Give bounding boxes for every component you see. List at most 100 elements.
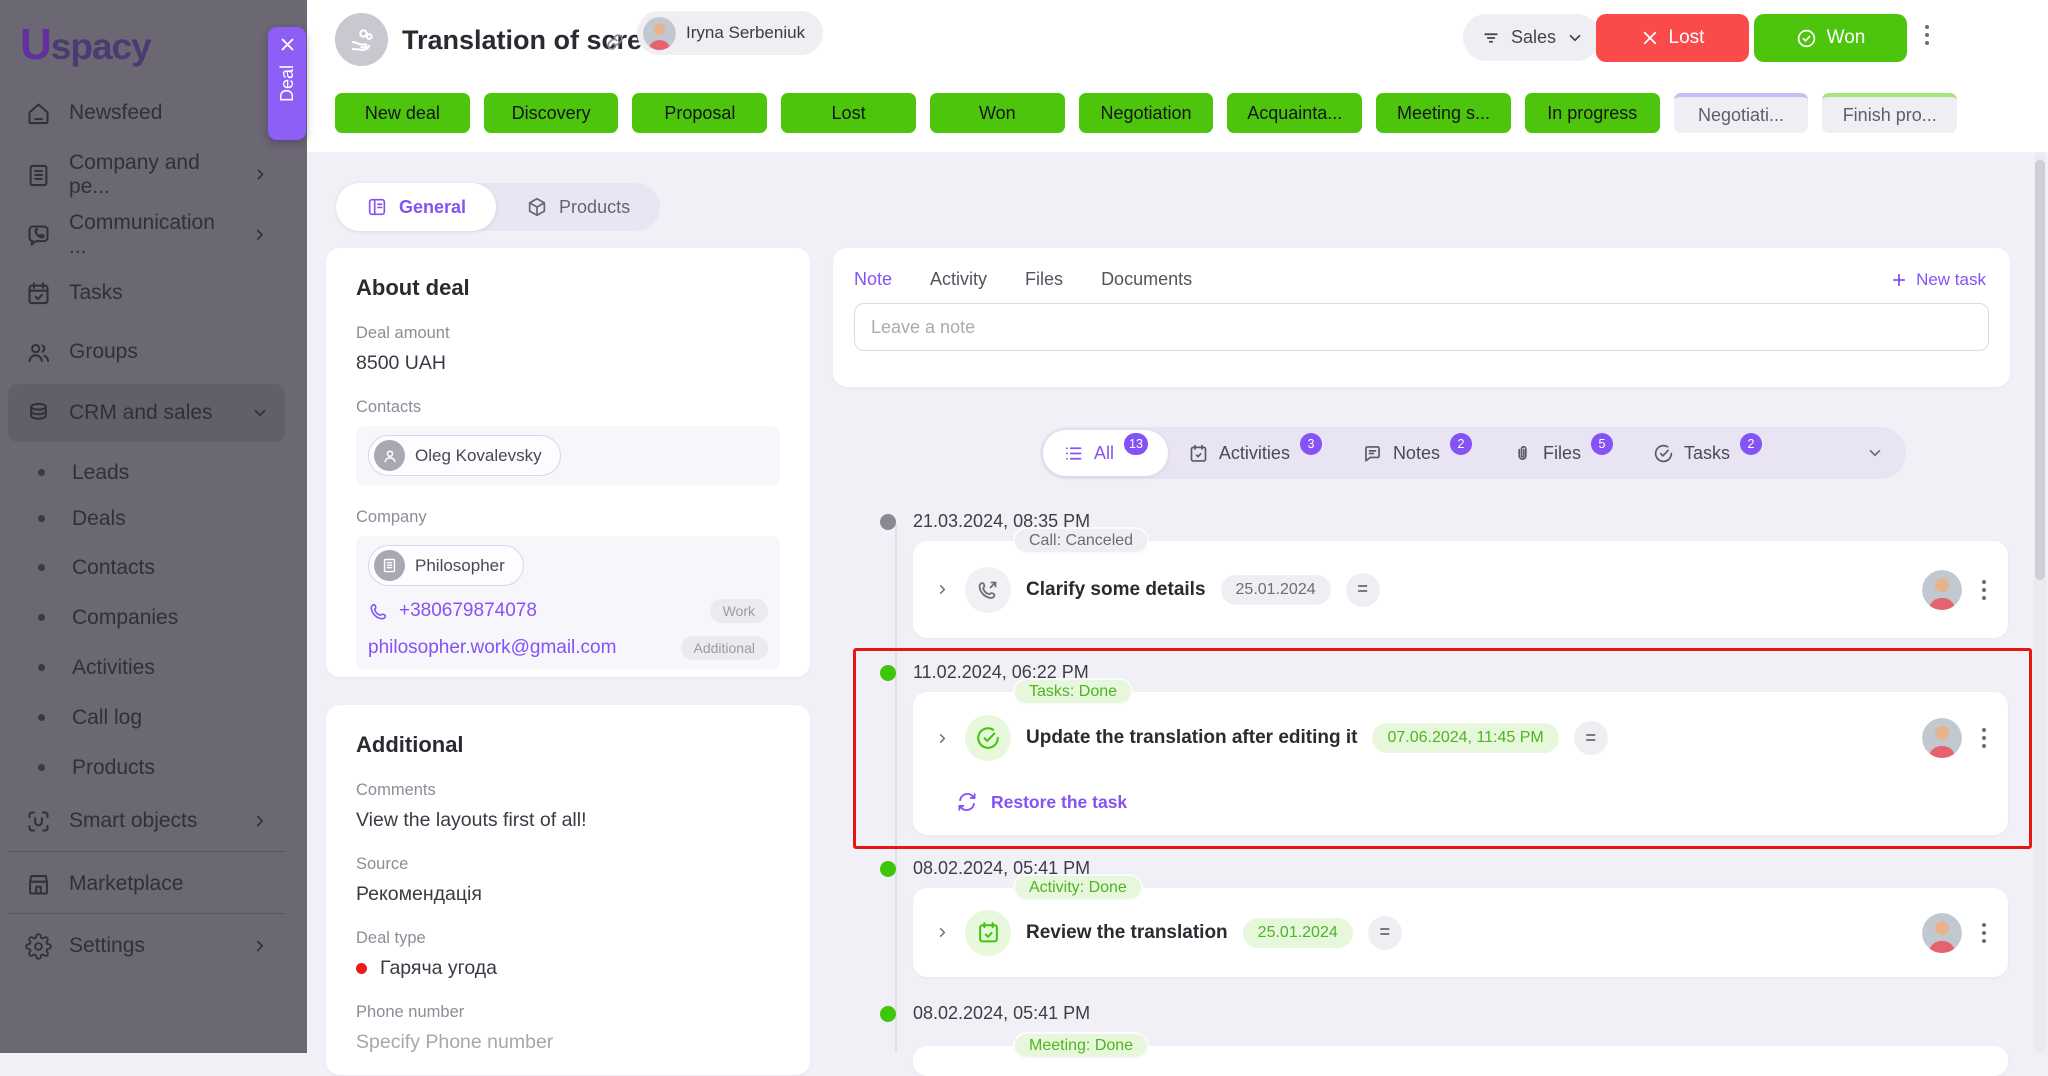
scrollbar-thumb[interactable] <box>2035 160 2045 580</box>
email-value[interactable]: philosopher.work@gmail.com <box>368 637 616 659</box>
deal-avatar-icon <box>335 13 388 66</box>
close-icon[interactable] <box>279 36 296 53</box>
note-input[interactable] <box>854 303 1989 351</box>
entry-kebab-menu[interactable] <box>1982 580 1986 600</box>
tab-products[interactable]: Products <box>496 183 660 231</box>
avatar[interactable] <box>1922 718 1962 758</box>
stage-won[interactable]: Won <box>930 93 1065 133</box>
won-button[interactable]: Won <box>1754 14 1907 62</box>
filter-activities[interactable]: Activities 3 <box>1168 430 1342 476</box>
sidebar-item-groups[interactable]: Groups <box>8 323 285 381</box>
status-badge: Call: Canceled <box>1013 527 1149 554</box>
expand-chevron-icon[interactable] <box>935 582 950 597</box>
filter-tasks[interactable]: Tasks 2 <box>1633 430 1782 476</box>
uspacy-logo[interactable]: Uspacy <box>20 20 151 70</box>
deal-panel-tab[interactable]: Deal <box>268 27 306 140</box>
sidebar-item-marketplace[interactable]: Marketplace <box>8 855 285 913</box>
equals-icon[interactable]: = <box>1368 916 1402 950</box>
bullet-icon <box>38 714 45 721</box>
about-deal-heading: About deal <box>356 275 780 301</box>
header-kebab-menu[interactable] <box>1925 25 1929 45</box>
deal-type-label: Deal type <box>356 929 780 948</box>
phone-number-label: Phone number <box>356 1003 780 1022</box>
link-icon[interactable] <box>604 31 626 53</box>
deal-amount-value[interactable]: 8500 UAH <box>356 352 780 375</box>
sidebar-item-smart-objects[interactable]: Smart objects <box>8 792 285 850</box>
stage-proposal[interactable]: Proposal <box>632 93 767 133</box>
filter-all[interactable]: All 13 <box>1043 430 1168 476</box>
source-value[interactable]: Рекомендація <box>356 883 780 906</box>
plus-icon <box>1890 271 1908 289</box>
activity-done-icon <box>965 910 1011 956</box>
chevron-down-icon[interactable] <box>1866 444 1884 462</box>
stage-finish[interactable]: Finish pro... <box>1822 93 1957 133</box>
funnel-select[interactable]: Sales <box>1463 14 1600 61</box>
cube-icon <box>526 196 548 218</box>
sidebar-item-company-and-people[interactable]: Company and pe... <box>8 146 285 204</box>
sidebar-divider <box>8 851 285 852</box>
expand-chevron-icon[interactable] <box>935 731 950 746</box>
sidebar-item-contacts[interactable]: Contacts <box>8 544 285 591</box>
owner-chip[interactable]: Iryna Serbeniuk <box>637 11 823 55</box>
sidebar-item-leads[interactable]: Leads <box>8 449 285 496</box>
stage-meeting[interactable]: Meeting s... <box>1376 93 1511 133</box>
sidebar-item-deals[interactable]: Deals <box>8 495 285 542</box>
contact-chip[interactable]: Oleg Kovalevsky <box>368 435 561 476</box>
stage-lost[interactable]: Lost <box>781 93 916 133</box>
expand-chevron-icon[interactable] <box>935 925 950 940</box>
phone-number-field[interactable]: Specify Phone number <box>356 1031 780 1054</box>
sidebar-item-call-log[interactable]: Call log <box>8 694 285 741</box>
tab-general[interactable]: General <box>336 183 496 231</box>
tab-documents[interactable]: Documents <box>1101 269 1192 290</box>
sidebar-item-products[interactable]: Products <box>8 744 285 791</box>
sidebar-item-settings[interactable]: Settings <box>8 917 285 975</box>
comments-value[interactable]: View the layouts first of all! <box>356 809 780 832</box>
sidebar-item-companies[interactable]: Companies <box>8 594 285 641</box>
sidebar-item-activities[interactable]: Activities <box>8 644 285 691</box>
avatar[interactable] <box>1922 913 1962 953</box>
check-circle-icon <box>1796 28 1817 49</box>
task-done-icon <box>965 715 1011 761</box>
chevron-down-icon <box>251 404 269 422</box>
tab-activity[interactable]: Activity <box>930 269 987 290</box>
company-chip[interactable]: Philosopher <box>368 545 524 586</box>
paperclip-icon <box>1512 443 1533 464</box>
additional-heading: Additional <box>356 732 780 758</box>
entry-title[interactable]: Review the translation <box>1026 922 1228 944</box>
stage-new-deal[interactable]: New deal <box>335 93 470 133</box>
company-label: Company <box>356 508 780 527</box>
phone-icon <box>368 601 389 622</box>
filter-files[interactable]: Files 5 <box>1492 430 1633 476</box>
tab-files[interactable]: Files <box>1025 269 1063 290</box>
sidebar-item-crm-and-sales[interactable]: CRM and sales <box>8 384 285 442</box>
stage-negotiation-2[interactable]: Negotiati... <box>1674 93 1809 133</box>
entry-title[interactable]: Clarify some details <box>1026 579 1206 601</box>
entry-kebab-menu[interactable] <box>1982 728 1986 748</box>
sidebar-item-newsfeed[interactable]: Newsfeed <box>8 84 285 142</box>
equals-icon[interactable]: = <box>1574 721 1608 755</box>
sidebar-item-tasks[interactable]: Tasks <box>8 264 285 322</box>
lost-button[interactable]: Lost <box>1596 14 1749 62</box>
restore-icon <box>956 791 978 813</box>
entry-kebab-menu[interactable] <box>1982 923 1986 943</box>
equals-icon[interactable]: = <box>1346 573 1380 607</box>
new-task-button[interactable]: New task <box>1890 270 1986 290</box>
owner-name: Iryna Serbeniuk <box>686 23 805 43</box>
entry-title[interactable]: Update the translation after editing it <box>1026 727 1357 749</box>
deal-amount-label: Deal amount <box>356 324 780 343</box>
stage-discovery[interactable]: Discovery <box>484 93 619 133</box>
stage-in-progress[interactable]: In progress <box>1525 93 1660 133</box>
timeline-dot-green-icon <box>880 1006 896 1022</box>
sidebar-item-communication[interactable]: Communication ... <box>8 206 285 264</box>
tab-note[interactable]: Note <box>854 269 892 290</box>
phone-value[interactable]: +380679874078 <box>399 600 537 622</box>
deal-type-value[interactable]: Гаряча угода <box>356 957 780 980</box>
stage-acquaintance[interactable]: Acquainta... <box>1227 93 1362 133</box>
restore-task-button[interactable]: Restore the task <box>913 791 2008 813</box>
filter-notes[interactable]: Notes 2 <box>1342 430 1492 476</box>
list-icon <box>1063 443 1084 464</box>
company-box: Philosopher +380679874078 Work philosoph… <box>356 536 780 669</box>
avatar[interactable] <box>1922 570 1962 610</box>
chevron-down-icon <box>1566 29 1584 47</box>
stage-negotiation[interactable]: Negotiation <box>1079 93 1214 133</box>
